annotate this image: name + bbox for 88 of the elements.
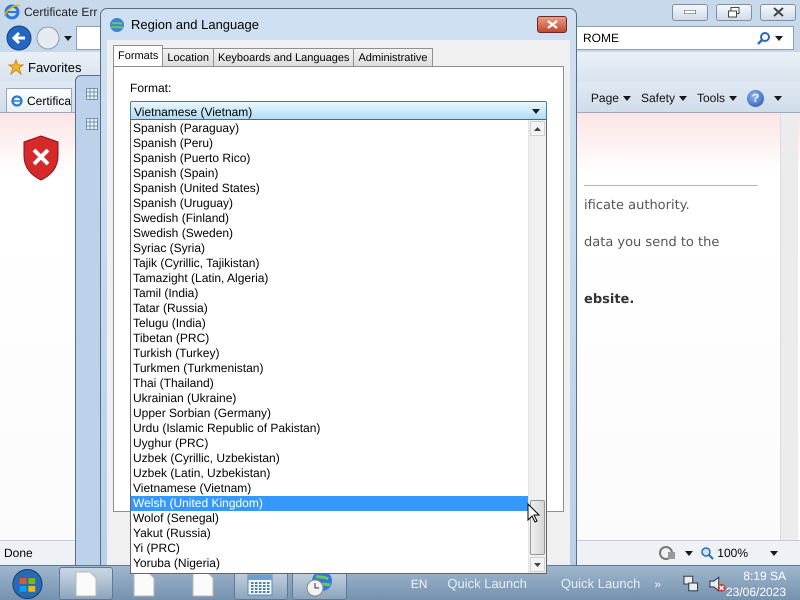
document-icon [75, 570, 98, 596]
tab[interactable]: Administrative [353, 48, 433, 66]
caret-icon [622, 96, 631, 100]
browser-logo-icon [11, 94, 23, 108]
close-icon [546, 20, 558, 29]
format-label: Format: [130, 81, 172, 95]
dropdown-option[interactable]: Yakut (Russia) [131, 526, 528, 541]
scroll-up-button[interactable] [530, 121, 545, 136]
dialog-title: Region and Language [131, 17, 259, 32]
dropdown-option[interactable]: Spanish (Spain) [131, 166, 528, 181]
dropdown-option[interactable]: Syriac (Syria) [131, 241, 528, 256]
tab[interactable]: Formats [113, 45, 164, 66]
dropdown-option[interactable]: Turkish (Turkey) [131, 346, 528, 361]
star-icon [8, 59, 24, 75]
caret-icon [774, 96, 782, 100]
search-icon[interactable] [757, 31, 771, 45]
caret-icon [678, 96, 687, 100]
dropdown-option[interactable]: Wolof (Senegal) [131, 511, 528, 526]
warning-text: data you send to the [584, 235, 720, 250]
browser-logo-icon [4, 4, 20, 20]
caret-icon [532, 109, 540, 114]
up-arrow-icon [534, 126, 541, 130]
grid-icon [86, 118, 98, 130]
network-icon[interactable] [683, 574, 701, 592]
command-menu[interactable]: Page [590, 91, 631, 105]
globe-icon [109, 16, 125, 32]
dropdown-option[interactable]: Spanish (United States) [131, 181, 528, 196]
dropdown-option[interactable]: Telugu (India) [131, 316, 528, 331]
dropdown-option[interactable]: Uzbek (Latin, Uzbekistan) [131, 466, 528, 481]
taskbar-button[interactable] [58, 567, 114, 600]
back-button[interactable] [6, 25, 32, 51]
dropdown-option[interactable]: Tatar (Russia) [131, 301, 528, 316]
dropdown-option[interactable]: Swedish (Sweden) [131, 226, 528, 241]
start-button[interactable] [10, 568, 45, 600]
zoom-icon[interactable] [701, 546, 714, 560]
volume-muted-icon[interactable] [708, 574, 726, 592]
dropdown-option[interactable]: Tajik (Cyrillic, Tajikistan) [131, 256, 528, 271]
scrollbar[interactable] [780, 113, 798, 540]
scrollbar[interactable] [528, 120, 546, 573]
caret-icon [729, 96, 737, 100]
dropdown-option[interactable]: Swedish (Finland) [131, 211, 528, 226]
close-button[interactable] [760, 4, 796, 20]
dropdown-option[interactable]: Thai (Thailand) [131, 376, 528, 391]
zoom-level[interactable]: 100% [717, 546, 748, 560]
dropdown-option[interactable]: Spanish (Peru) [131, 136, 528, 151]
dropdown-option[interactable]: Yi (PRC) [131, 541, 528, 556]
grid-icon [86, 88, 98, 100]
dropdown-option[interactable]: Turkmen (Turkmenistan) [131, 361, 528, 376]
dropdown-option[interactable]: Urdu (Islamic Republic of Pakistan) [131, 421, 528, 436]
close-button[interactable] [537, 16, 567, 33]
dropdown-option[interactable]: Spanish (Puerto Rico) [131, 151, 528, 166]
dropdown-option[interactable]: Tamazight (Latin, Algeria) [131, 271, 528, 286]
dropdown-option[interactable]: Spanish (Uruguay) [131, 196, 528, 211]
down-arrow-icon [534, 562, 541, 566]
minimize-icon [684, 10, 696, 14]
status-text: Done [4, 546, 33, 560]
error-shield-icon [22, 135, 60, 181]
security-icon[interactable] [659, 546, 678, 560]
minimize-button[interactable] [672, 4, 708, 20]
scroll-down-button[interactable] [530, 557, 545, 572]
scroll-thumb[interactable] [530, 500, 545, 555]
favorites-label[interactable]: Favorites [28, 60, 82, 74]
dropdown-option[interactable]: Yoruba (Nigeria) [131, 556, 528, 571]
browser-tab[interactable]: Certifica [6, 88, 72, 112]
window-title: Certificate Err [24, 5, 98, 19]
close-icon [772, 7, 784, 17]
command-menu[interactable]: Tools [696, 91, 737, 105]
caret-icon [775, 36, 783, 40]
dropdown-option[interactable]: Spanish (Paraguay) [131, 121, 528, 136]
address-text: ROME [583, 31, 619, 45]
dropdown-option[interactable]: Vietnamese (Vietnam) [131, 481, 528, 496]
command-menu[interactable]: Safety [640, 91, 687, 105]
dropdown-option[interactable]: Tibetan (PRC) [131, 331, 528, 346]
restore-button[interactable] [716, 4, 752, 20]
dropdown-option[interactable]: Uyghur (PRC) [131, 436, 528, 451]
tab[interactable]: Keyboards and Languages [212, 48, 354, 66]
caret-icon [770, 550, 778, 556]
dropdown-option[interactable]: Ukrainian (Ukraine) [131, 391, 528, 406]
mouse-cursor-icon [527, 503, 540, 523]
tab[interactable]: Location [162, 48, 214, 66]
dropdown-option[interactable]: Upper Sorbian (Germany) [131, 406, 528, 421]
dropdown-option[interactable]: Uzbek (Cyrillic, Uzbekistan) [131, 451, 528, 466]
caret-icon [685, 550, 694, 556]
dropdown-option[interactable]: Tamil (India) [131, 286, 528, 301]
restore-icon [728, 6, 740, 18]
warning-text: ebsite. [584, 292, 636, 307]
caret-icon [64, 36, 72, 40]
warning-text: ificate authority. [584, 198, 691, 213]
